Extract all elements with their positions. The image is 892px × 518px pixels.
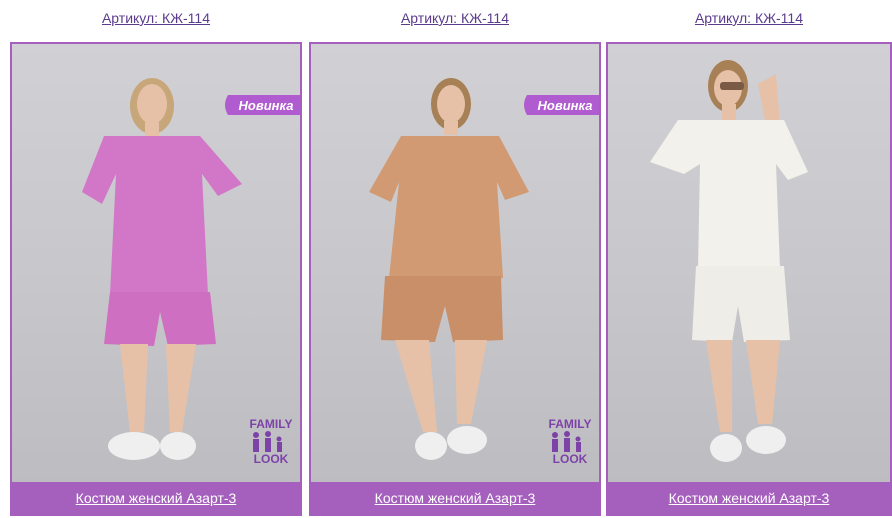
product-frame: Костюм женский Азарт-3 [606,42,892,516]
sku-link[interactable]: Артикул: КЖ-114 [606,10,892,26]
product-card: Артикул: КЖ-114 Костюм женский Азарт-3 [606,0,892,518]
new-badge: Новинка [225,95,300,115]
model-face [437,85,465,123]
product-name-link[interactable]: Костюм женский Азарт-3 [375,490,536,506]
model-top [650,120,808,268]
sku-link[interactable]: Артикул: КЖ-114 [10,10,302,26]
product-frame: Новинка FAMILY LOOK Костюм женский Азарт… [10,42,302,516]
product-photo[interactable] [608,44,890,484]
model-shorts [104,292,216,346]
model-shoe-left [710,434,742,462]
product-frame: Новинка FAMILY LOOK Костюм женский Азарт… [309,42,601,516]
family-look-top: FAMILY [249,417,293,431]
model-face [137,84,167,124]
model-shoe-left [415,432,447,460]
new-badge-label: Новинка [538,98,593,113]
product-name-link[interactable]: Костюм женский Азарт-3 [669,490,830,506]
sunglasses [720,82,744,90]
family-people-icon [253,431,282,452]
family-look-bottom: LOOK [253,452,289,466]
model-figure [650,60,808,462]
family-look-logo: FAMILY LOOK [545,418,595,474]
model-shoe-right [160,432,196,460]
family-look-logo: FAMILY LOOK [246,418,296,474]
model-shoe-left [108,432,160,460]
model-shoe-right [447,426,487,454]
product-card: Артикул: КЖ-114 Новинка FAMILY LOOK Кост… [10,0,302,518]
new-badge-label: Новинка [239,98,294,113]
family-people-icon [552,431,581,452]
family-look-bottom: LOOK [552,452,588,466]
model-shorts [692,266,790,342]
product-name-link[interactable]: Костюм женский Азарт-3 [76,490,237,506]
model-shorts [381,276,503,342]
product-card: Артикул: КЖ-114 Новинка FAMILY LOOK Кост… [309,0,601,518]
model-top [369,136,529,278]
model-shoe-right [746,426,786,454]
product-name-bar: Костюм женский Азарт-3 [12,482,300,514]
model-top [82,136,242,294]
product-name-bar: Костюм женский Азарт-3 [311,482,599,514]
family-look-top: FAMILY [548,417,592,431]
product-name-bar: Костюм женский Азарт-3 [608,482,890,514]
sku-link[interactable]: Артикул: КЖ-114 [309,10,601,26]
new-badge: Новинка [524,95,599,115]
